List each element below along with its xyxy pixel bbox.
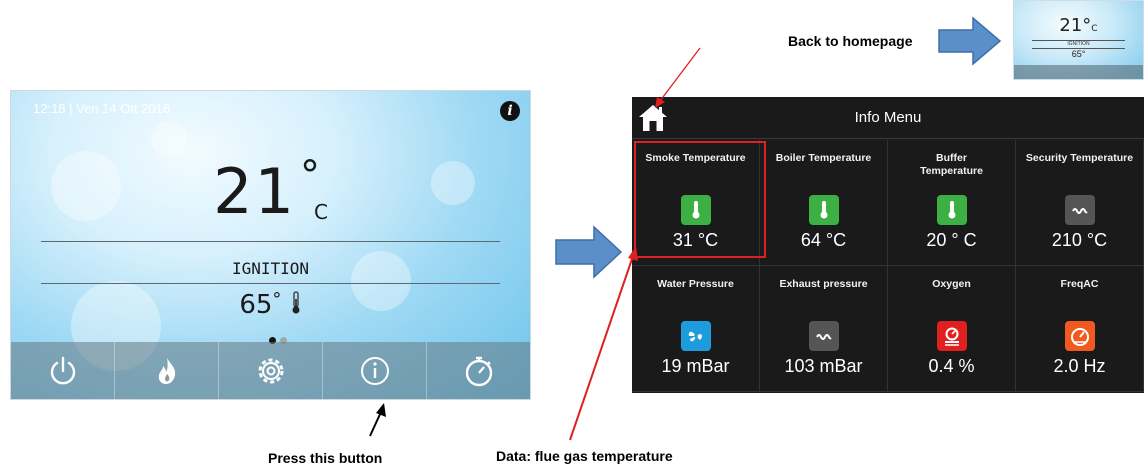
arrow-head xyxy=(655,97,665,108)
red-arrow-flue-gas xyxy=(569,255,634,441)
black-arrow-info xyxy=(369,411,382,437)
arrow-head xyxy=(628,246,638,261)
red-arrow-home xyxy=(659,47,701,102)
arrow-head xyxy=(376,403,386,417)
annotation-arrows xyxy=(369,47,701,441)
